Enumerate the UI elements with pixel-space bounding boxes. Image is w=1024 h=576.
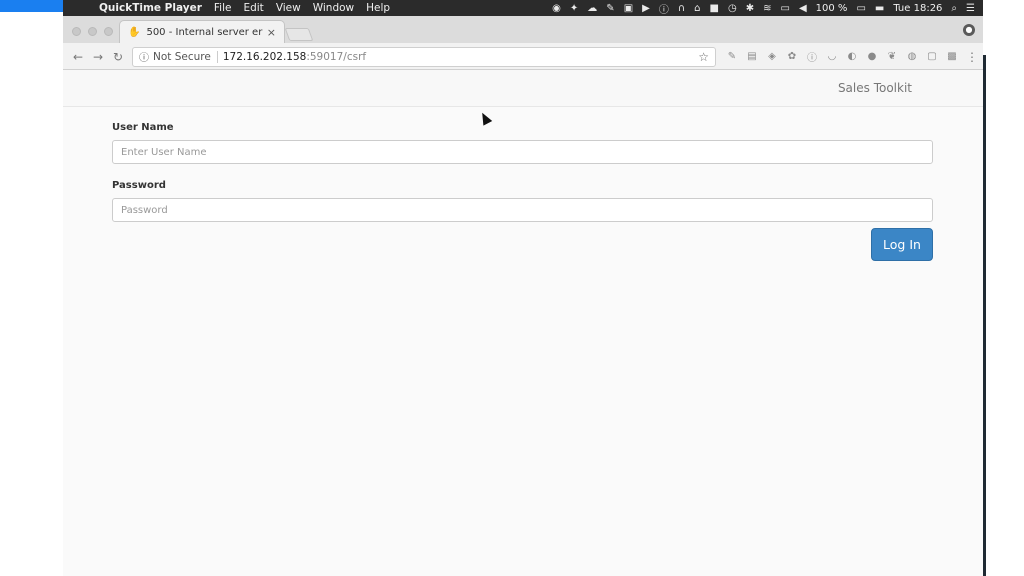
maximize-window-button[interactable]: [104, 27, 113, 36]
security-label[interactable]: Not Secure: [153, 51, 211, 63]
username-label: User Name: [112, 122, 174, 133]
minimize-window-button[interactable]: [88, 27, 97, 36]
extension-square-icon[interactable]: ▢: [926, 51, 938, 62]
url-path: :59017/csrf: [306, 50, 367, 63]
extension-cookie-icon[interactable]: ●: [866, 51, 878, 62]
right-background: [983, 0, 1024, 576]
extension-badge-icon[interactable]: ◈: [766, 51, 778, 62]
tab-close-icon[interactable]: ×: [267, 26, 276, 39]
onepassword-icon[interactable]: ⓘ: [659, 1, 669, 16]
bookmark-star-icon[interactable]: ☆: [698, 50, 709, 64]
menu-file[interactable]: File: [208, 2, 238, 14]
bluetooth-icon[interactable]: ✱: [746, 3, 754, 14]
browser-tab-active[interactable]: ✋ 500 - Internal server error. ×: [119, 20, 285, 43]
username-input[interactable]: Enter User Name: [112, 140, 933, 164]
notification-center-icon[interactable]: ☰: [966, 3, 975, 14]
new-tab-button[interactable]: [284, 28, 314, 41]
desktop-dark-edge: [983, 55, 986, 576]
extension-shield-icon[interactable]: ◐: [846, 51, 858, 62]
extension-pencil-icon[interactable]: ✎: [726, 51, 738, 62]
menu-edit[interactable]: Edit: [237, 2, 269, 14]
extension-image-icon[interactable]: ▩: [946, 51, 958, 62]
tab-title: 500 - Internal server error.: [146, 26, 263, 38]
extension-globe-icon[interactable]: ◍: [906, 51, 918, 62]
tab-favicon-icon: ✋: [128, 26, 141, 38]
spotlight-search-icon[interactable]: ⌕: [951, 3, 957, 14]
cloud-icon[interactable]: ☁: [587, 3, 597, 14]
menu-view[interactable]: View: [270, 2, 307, 14]
flag-icon[interactable]: ▬: [875, 3, 884, 14]
lock-icon[interactable]: ■: [710, 3, 719, 14]
broom-icon[interactable]: ⌂: [694, 3, 700, 14]
extension-page-icon[interactable]: ▤: [746, 51, 758, 62]
clock[interactable]: Tue 18:26: [893, 3, 942, 14]
info-icon[interactable]: ⓘ: [139, 49, 149, 64]
macos-menubar: QuickTime Player File Edit View Window H…: [63, 0, 983, 16]
window-icon[interactable]: ▣: [624, 3, 633, 14]
password-label: Password: [112, 180, 166, 191]
window-controls: [72, 27, 113, 36]
dropbox-icon[interactable]: ✦: [570, 3, 578, 14]
browser-window-chrome: ✋ 500 - Internal server error. × ● ← → ↻…: [63, 16, 983, 70]
address-bar[interactable]: ⓘ Not Secure 172.16.202.158 :59017/csrf …: [132, 46, 716, 67]
time-machine-icon[interactable]: ◷: [728, 3, 737, 14]
extension-onepassword-icon[interactable]: ⓘ: [806, 49, 818, 64]
extension-bird-icon[interactable]: ❦: [886, 51, 898, 62]
field-spacer: [112, 164, 933, 180]
wifi-icon[interactable]: ≋: [763, 3, 771, 14]
address-separator: [216, 50, 218, 63]
play-icon[interactable]: ▶: [642, 3, 650, 14]
profile-icon[interactable]: ●: [963, 24, 975, 36]
browser-menu-icon[interactable]: ⋮: [966, 50, 978, 64]
page-content: Sales Toolkit User Name Enter User Name …: [63, 70, 983, 576]
reload-icon[interactable]: ↻: [108, 50, 128, 64]
battery-percent[interactable]: 100 %: [816, 3, 848, 14]
desktop-blue-strip: [0, 0, 63, 12]
headphones-icon[interactable]: ∩: [678, 3, 685, 14]
extension-evernote-icon[interactable]: ✿: [786, 51, 798, 62]
extensions-area: ✎ ▤ ◈ ✿ ⓘ ◡ ◐ ● ❦ ◍ ▢ ▩: [726, 49, 958, 64]
app-navbar: Sales Toolkit: [63, 70, 983, 107]
menu-window[interactable]: Window: [307, 2, 360, 14]
back-arrow-icon[interactable]: ←: [68, 50, 88, 64]
close-window-button[interactable]: [72, 27, 81, 36]
url-host: 172.16.202.158: [222, 50, 307, 63]
forward-arrow-icon[interactable]: →: [88, 50, 108, 64]
menu-help[interactable]: Help: [360, 2, 396, 14]
login-form: User Name Enter User Name Password Passw…: [112, 122, 933, 222]
evernote-icon[interactable]: ✎: [606, 3, 614, 14]
login-button[interactable]: Log In: [871, 228, 933, 261]
record-icon[interactable]: ◉: [552, 3, 561, 14]
status-area: ◉ ✦ ☁ ✎ ▣ ▶ ⓘ ∩ ⌂ ■ ◷ ✱ ≋ ▭ ◀ 100 % ▭ ▬ …: [552, 1, 983, 16]
tab-strip: ✋ 500 - Internal server error. × ●: [63, 16, 983, 43]
extension-pocket-icon[interactable]: ◡: [826, 51, 838, 62]
menu-app-name[interactable]: QuickTime Player: [95, 2, 208, 14]
volume-icon[interactable]: ◀: [799, 3, 807, 14]
password-input[interactable]: Password: [112, 198, 933, 222]
left-background: [0, 0, 63, 576]
airplay-icon[interactable]: ▭: [781, 3, 790, 14]
brand-link[interactable]: Sales Toolkit: [838, 81, 912, 95]
browser-toolbar: ← → ↻ ⓘ Not Secure 172.16.202.158 :59017…: [63, 43, 983, 70]
battery-icon[interactable]: ▭: [856, 3, 865, 14]
